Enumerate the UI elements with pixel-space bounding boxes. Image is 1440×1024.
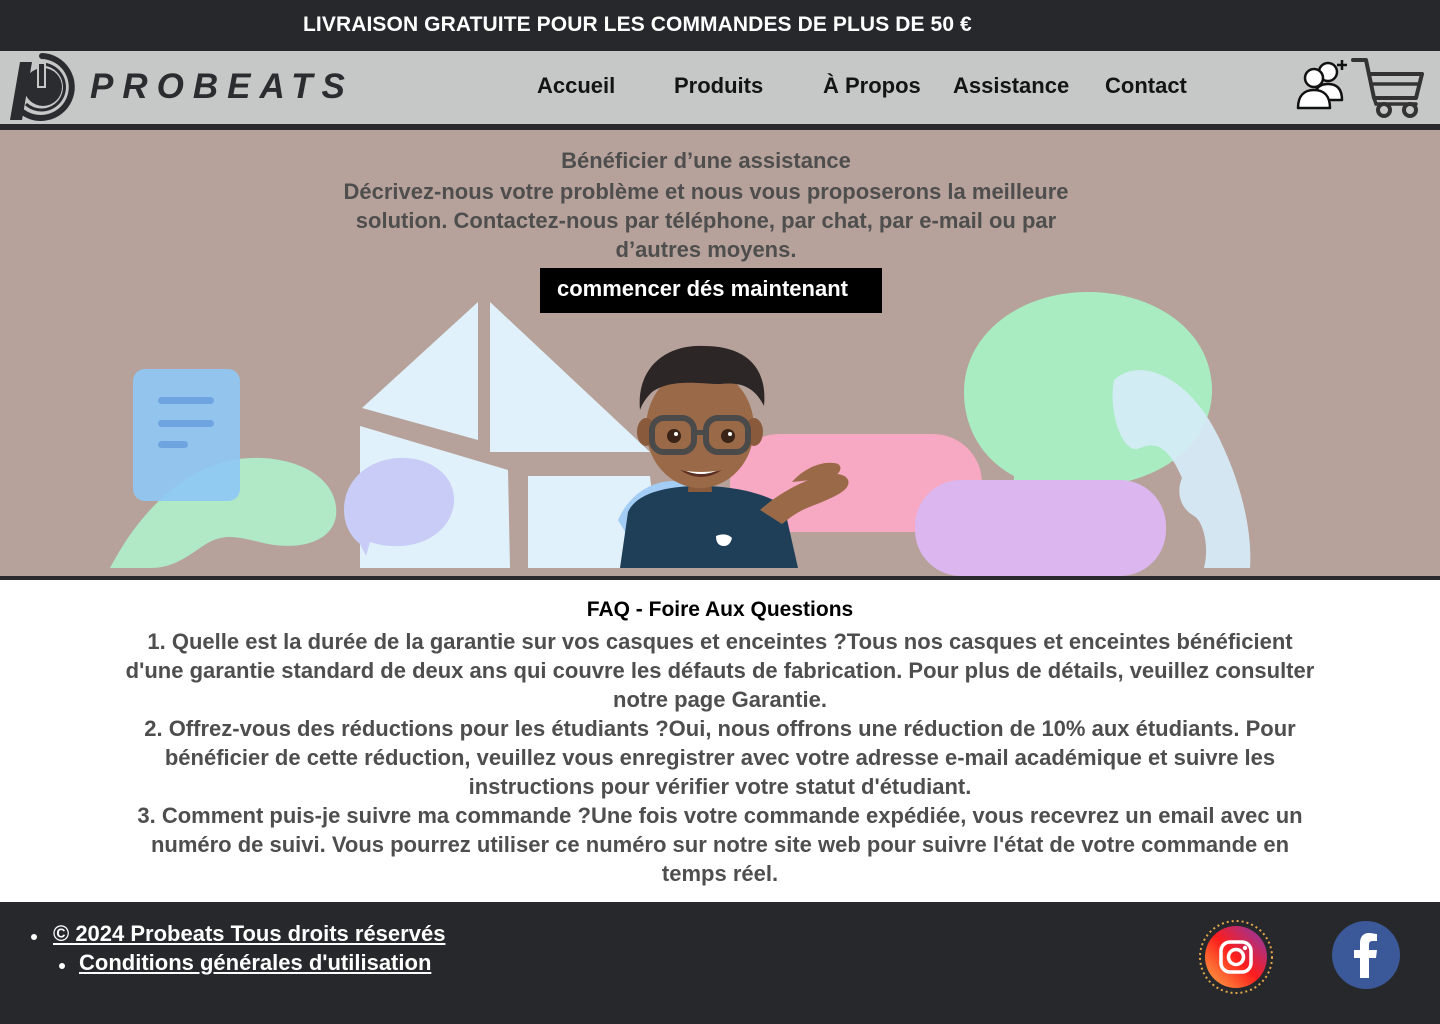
nav-link-contact[interactable]: Contact	[1105, 73, 1187, 99]
nav-link-accueil[interactable]: Accueil	[537, 73, 615, 99]
probeats-logo-icon[interactable]	[6, 52, 78, 122]
faq-section: FAQ - Foire Aux Questions 1. Quelle est …	[0, 580, 1440, 902]
support-illustration-memoji	[110, 292, 1251, 576]
document-icon	[133, 369, 240, 501]
hero-description: Décrivez-nous votre problème et nous vou…	[343, 179, 1069, 262]
faq-question: 3. Comment puis-je suivre ma commande ?	[137, 803, 591, 828]
instagram-icon[interactable]	[1198, 919, 1274, 995]
support-hero: Bénéficier d’une assistance Décrivez-nou…	[0, 130, 1440, 576]
faq-question: 2. Offrez-vous des réductions pour les é…	[144, 716, 669, 741]
cart-icon[interactable]	[1350, 54, 1426, 120]
add-user-icon[interactable]	[1294, 56, 1350, 112]
faq-title: FAQ - Foire Aux Questions	[586, 598, 854, 621]
list-bullet	[59, 963, 65, 969]
faq-list: 1. Quelle est la durée de la garantie su…	[118, 627, 1322, 888]
brand-name[interactable]: PROBEATS	[90, 67, 354, 107]
list-bullet	[31, 934, 37, 940]
nav-link-a-propos[interactable]: À Propos	[823, 73, 921, 99]
announcement-text: LIVRAISON GRATUITE POUR LES COMMANDES DE…	[303, 13, 972, 36]
announcement-bar: LIVRAISON GRATUITE POUR LES COMMANDES DE…	[0, 0, 1440, 51]
facebook-icon[interactable]	[1331, 920, 1401, 990]
faq-question: 1. Quelle est la durée de la garantie su…	[147, 629, 847, 654]
copyright-link[interactable]: © 2024 Probeats Tous droits réservés	[53, 921, 445, 947]
terms-link[interactable]: Conditions générales d'utilisation	[79, 950, 431, 976]
hero-title: Bénéficier d’une assistance	[561, 148, 851, 173]
nav-link-produits[interactable]: Produits	[674, 73, 763, 99]
purple-bubble-icon	[915, 480, 1166, 576]
nav-link-assistance[interactable]: Assistance	[953, 73, 1069, 99]
